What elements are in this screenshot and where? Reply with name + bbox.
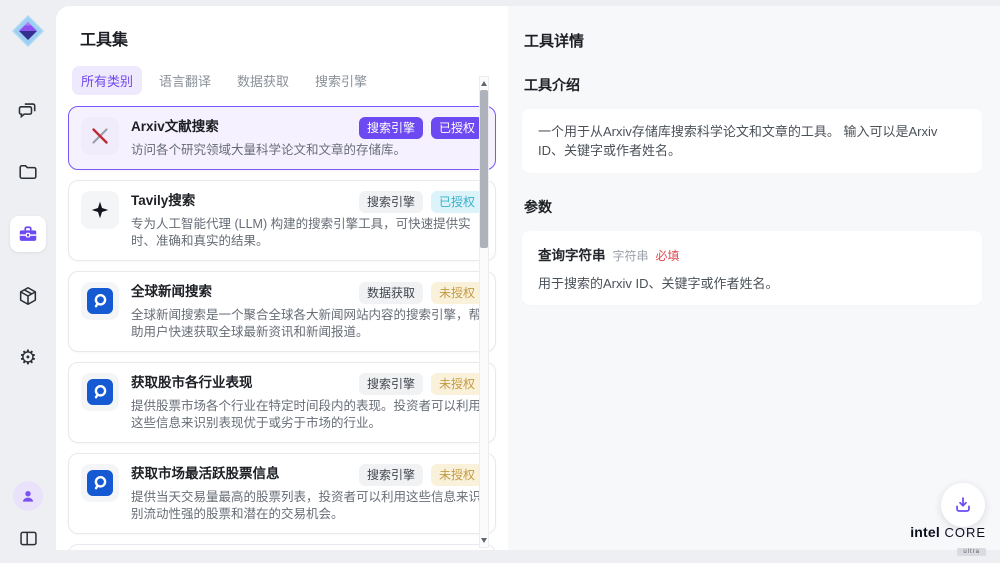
auth-status-badge: 已授权 [431, 191, 483, 213]
toolbox-icon-active[interactable] [10, 216, 46, 252]
ultra-badge: ultra [957, 548, 986, 556]
search-q-logo-icon [81, 464, 119, 502]
auth-status-badge: 已授权 [431, 117, 483, 139]
tool-name: 获取市场最活跃股票信息 [131, 464, 280, 483]
core-wordmark: CORE [944, 525, 986, 540]
params-heading: 参数 [524, 197, 982, 217]
param-name: 查询字符串 [538, 244, 606, 264]
tool-card-list: Arxiv文献搜索 搜索引擎 已授权 访问各个研究领域大量科学论文和文章的存储库… [68, 106, 496, 550]
category-badge: 搜索引擎 [359, 191, 423, 213]
download-button[interactable] [941, 483, 985, 527]
param-type: 字符串 [613, 247, 649, 264]
user-avatar[interactable] [13, 481, 43, 511]
list-scrollbar[interactable] [479, 76, 489, 548]
scrollbar-thumb[interactable] [480, 90, 488, 248]
download-icon [952, 494, 974, 516]
tool-list-panel: 工具集 所有类别 语言翻译 数据获取 搜索引擎 Arxiv文献搜索 [56, 6, 508, 550]
tool-description: 全球新闻搜索是一个聚合全球各大新闻网站内容的搜索引擎，帮助用户快速获取全球最新资… [131, 307, 483, 341]
tool-detail-panel: 工具详情 工具介绍 一个用于从Arxiv存储库搜索科学论文和文章的工具。 输入可… [508, 6, 1000, 550]
tool-card-tavily[interactable]: Tavily搜索 搜索引擎 已授权 专为人工智能代理 (LLM) 构建的搜索引擎… [68, 180, 496, 261]
tool-description: 专为人工智能代理 (LLM) 构建的搜索引擎工具，可快速提供实时、准确和真实的结… [131, 216, 483, 250]
param-required-flag: 必填 [656, 247, 680, 264]
detail-title: 工具详情 [524, 30, 982, 51]
category-badge: 搜索引擎 [359, 464, 423, 486]
tab-data-fetch[interactable]: 数据获取 [228, 66, 298, 95]
auth-status-badge: 未授权 [431, 373, 483, 395]
scrollbar-down-arrow-icon[interactable] [481, 538, 487, 543]
category-badge: 数据获取 [359, 282, 423, 304]
tab-all-categories[interactable]: 所有类别 [72, 66, 142, 95]
page-title: 工具集 [80, 26, 508, 50]
intel-core-logo: intel CORE ultra [910, 525, 986, 557]
tool-card-arxiv[interactable]: Arxiv文献搜索 搜索引擎 已授权 访问各个研究领域大量科学论文和文章的存储库… [68, 106, 496, 170]
auth-status-badge: 未授权 [431, 464, 483, 486]
param-card: 查询字符串 字符串 必填 用于搜索的Arxiv ID、关键字或作者姓名。 [522, 231, 982, 305]
intel-wordmark: intel [910, 524, 940, 540]
panel-layout-icon[interactable] [13, 523, 43, 553]
intro-heading: 工具介绍 [524, 75, 982, 95]
tool-description: 提供股票市场各个行业在特定时间段内的表现。投资者可以利用这些信息来识别表现优于或… [131, 398, 483, 432]
tool-description: 访问各个研究领域大量科学论文和文章的存储库。 [131, 142, 483, 159]
search-q-logo-icon [81, 373, 119, 411]
intro-text: 一个用于从Arxiv存储库搜索科学论文和文章的工具。 输入可以是Arxiv ID… [538, 122, 966, 160]
tab-search-engine[interactable]: 搜索引擎 [306, 66, 376, 95]
category-badge: 搜索引擎 [359, 117, 423, 139]
tool-card-global-news[interactable]: 全球新闻搜索 数据获取 未授权 全球新闻搜索是一个聚合全球各大新闻网站内容的搜索… [68, 271, 496, 352]
scrollbar-up-arrow-icon[interactable] [481, 81, 487, 86]
category-tabs: 所有类别 语言翻译 数据获取 搜索引擎 [72, 66, 508, 95]
tool-card-region-news[interactable]: 万维地区新闻查询 搜索引擎 未授权 查询具体行政区划内的新闻，快速了解各地新闻动 [68, 544, 496, 550]
tool-name: 获取股市各行业表现 [131, 373, 253, 392]
app-logo-icon[interactable] [11, 14, 45, 48]
settings-gear-icon[interactable]: ⚙ [10, 340, 46, 376]
package-icon[interactable] [10, 278, 46, 314]
param-description: 用于搜索的Arxiv ID、关键字或作者姓名。 [538, 273, 966, 292]
chat-icon[interactable] [10, 92, 46, 128]
auth-status-badge: 未授权 [431, 282, 483, 304]
search-q-logo-icon [81, 282, 119, 320]
category-badge: 搜索引擎 [359, 373, 423, 395]
tool-name: Tavily搜索 [131, 191, 195, 210]
arxiv-x-logo-icon [81, 117, 119, 155]
tool-card-stock-sectors[interactable]: 获取股市各行业表现 搜索引擎 未授权 提供股票市场各个行业在特定时间段内的表现。… [68, 362, 496, 443]
tool-name: Arxiv文献搜索 [131, 117, 219, 136]
folder-icon[interactable] [10, 154, 46, 190]
tool-description: 提供当天交易量最高的股票列表，投资者可以利用这些信息来识别流动性强的股票和潜在的… [131, 489, 483, 523]
intro-card: 一个用于从Arxiv存储库搜索科学论文和文章的工具。 输入可以是Arxiv ID… [522, 109, 982, 173]
tool-card-active-stocks[interactable]: 获取市场最活跃股票信息 搜索引擎 未授权 提供当天交易量最高的股票列表，投资者可… [68, 453, 496, 534]
tab-language-translation[interactable]: 语言翻译 [150, 66, 220, 95]
tavily-star-logo-icon [81, 191, 119, 229]
tool-name: 全球新闻搜索 [131, 282, 212, 301]
sidebar-rail: ⚙ [0, 0, 56, 563]
